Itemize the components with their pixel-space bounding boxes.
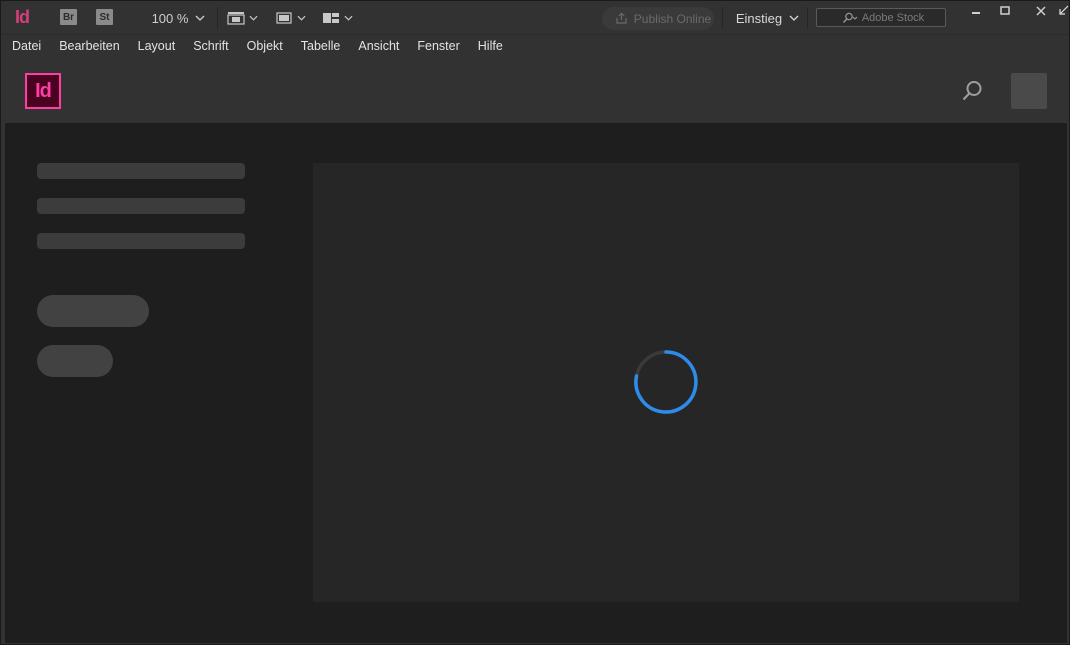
screen-mode-icon bbox=[276, 12, 292, 24]
indesign-logo: Id bbox=[25, 73, 61, 109]
chevron-down-icon bbox=[789, 15, 799, 21]
zoom-level-value: 100 % bbox=[151, 10, 189, 26]
menu-tabelle[interactable]: Tabelle bbox=[292, 39, 350, 53]
close-icon bbox=[1036, 6, 1046, 16]
chevron-down-icon bbox=[249, 15, 258, 21]
zoom-level-dropdown[interactable]: 100 % bbox=[127, 9, 209, 27]
chevron-down-icon bbox=[297, 15, 306, 21]
stock-search-placeholder: Adobe Stock bbox=[861, 11, 925, 24]
resize-icon[interactable] bbox=[1059, 5, 1069, 15]
close-button[interactable] bbox=[1026, 1, 1056, 21]
minimize-button[interactable] bbox=[961, 1, 991, 21]
divider bbox=[217, 7, 218, 29]
divider bbox=[722, 7, 723, 29]
search-icon bbox=[842, 12, 858, 23]
stock-button[interactable]: St bbox=[96, 9, 113, 25]
publish-online-label: Publish Online bbox=[633, 11, 712, 26]
minimize-icon bbox=[972, 12, 980, 14]
workspace-label: Einstieg bbox=[735, 10, 783, 26]
menu-bar: Datei Bearbeiten Layout Schrift Objekt T… bbox=[1, 34, 1069, 57]
skeleton-line bbox=[37, 233, 245, 249]
start-screen: Id bbox=[5, 58, 1067, 643]
start-screen-header: Id bbox=[5, 58, 1067, 123]
chevron-down-icon bbox=[195, 15, 205, 21]
adobe-stock-search-input[interactable]: Adobe Stock bbox=[816, 8, 946, 27]
menu-ansicht[interactable]: Ansicht bbox=[349, 39, 408, 53]
skeleton-button bbox=[37, 295, 149, 327]
menu-fenster[interactable]: Fenster bbox=[408, 39, 468, 53]
content-panel bbox=[313, 163, 1019, 602]
menu-schrift[interactable]: Schrift bbox=[184, 39, 237, 53]
skeleton-line bbox=[37, 198, 245, 214]
menu-bearbeiten[interactable]: Bearbeiten bbox=[50, 39, 128, 53]
avatar[interactable] bbox=[1011, 73, 1047, 109]
skeleton-line bbox=[37, 163, 245, 179]
maximize-button[interactable] bbox=[990, 1, 1020, 21]
menu-layout[interactable]: Layout bbox=[129, 39, 185, 53]
share-upload-icon bbox=[616, 12, 627, 24]
menu-datei[interactable]: Datei bbox=[1, 39, 50, 53]
app-logo: Id bbox=[15, 6, 30, 27]
publish-online-button[interactable]: Publish Online bbox=[602, 7, 714, 30]
indesign-window: Id Br St 100 % Publish Online Einstieg A… bbox=[0, 0, 1070, 645]
menu-hilfe[interactable]: Hilfe bbox=[469, 39, 512, 53]
screen-mode-button[interactable] bbox=[275, 9, 306, 27]
maximize-icon bbox=[1000, 6, 1010, 15]
loading-spinner-icon bbox=[634, 350, 698, 414]
divider bbox=[807, 7, 808, 29]
chevron-down-icon bbox=[344, 15, 353, 21]
resize-arrow-icon bbox=[1059, 5, 1069, 15]
bridge-button[interactable]: Br bbox=[60, 9, 77, 25]
view-options-button[interactable] bbox=[227, 9, 258, 27]
arrange-documents-button[interactable] bbox=[322, 9, 353, 27]
application-bar: Id Br St 100 % Publish Online Einstieg A… bbox=[1, 1, 1069, 34]
search-icon bbox=[962, 81, 982, 101]
arrange-documents-icon bbox=[323, 13, 339, 23]
search-button[interactable] bbox=[960, 79, 984, 103]
view-options-icon bbox=[227, 12, 245, 25]
menu-objekt[interactable]: Objekt bbox=[238, 39, 292, 53]
skeleton-button bbox=[37, 345, 113, 377]
workspace-switcher[interactable]: Einstieg bbox=[730, 9, 800, 27]
